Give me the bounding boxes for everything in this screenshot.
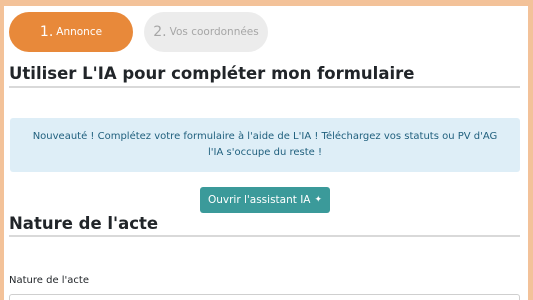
step-number: 2. bbox=[153, 24, 167, 40]
sparkle-icon: ✦ bbox=[314, 195, 323, 205]
step-label: Annonce bbox=[56, 26, 103, 38]
section-divider bbox=[9, 86, 520, 88]
act-section-title: Nature de l'acte bbox=[9, 214, 159, 233]
step-label: Vos coordonnées bbox=[169, 26, 259, 38]
open-ai-assistant-button[interactable]: Ouvrir l'assistant IA ✦ bbox=[200, 187, 330, 213]
ai-notice-alert: Nouveauté ! Complétez votre formulaire à… bbox=[10, 118, 520, 172]
ai-notice-text: Nouveauté ! Complétez votre formulaire à… bbox=[32, 131, 498, 158]
nature-acte-input[interactable] bbox=[9, 294, 520, 300]
step-vos-coordonnees[interactable]: 2. Vos coordonnées bbox=[144, 12, 268, 52]
nature-acte-label: Nature de l'acte bbox=[9, 275, 89, 286]
section-divider bbox=[9, 235, 520, 237]
ai-section-title: Utiliser L'IA pour compléter mon formula… bbox=[9, 64, 415, 83]
step-annonce[interactable]: 1. Annonce bbox=[9, 12, 133, 52]
step-number: 1. bbox=[39, 24, 54, 40]
ai-button-label: Ouvrir l'assistant IA bbox=[207, 194, 311, 206]
